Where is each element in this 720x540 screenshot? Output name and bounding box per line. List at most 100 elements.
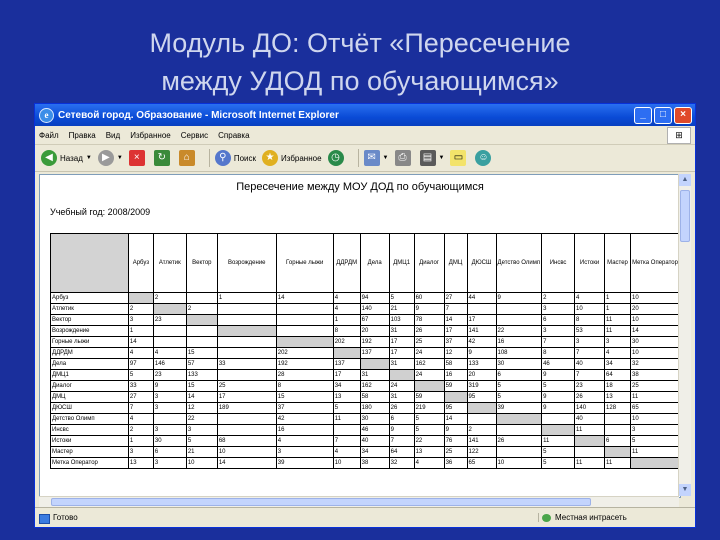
scroll-thumb[interactable] [680,190,690,242]
table-cell: 7 [388,435,415,447]
history-button[interactable]: ◷ [327,150,347,166]
menu-favorites[interactable]: Избранное [130,131,171,140]
table-cell: 5 [541,380,576,392]
minimize-button[interactable]: _ [634,107,652,124]
table-cell: 9 [152,380,187,392]
table-cell: 10 [630,347,680,359]
table-cell [443,391,468,403]
browser-window: e Сетевой город. Образование - Microsoft… [34,103,696,528]
table-cell [275,303,334,315]
table-cell: 10 [630,413,680,425]
table-cell: 14 [127,336,154,348]
toolbar-divider [357,149,359,167]
table-cell: 39 [275,457,334,469]
table-cell: 1 [127,435,154,447]
table-cell: 15 [275,391,334,403]
scroll-up-icon[interactable]: ▲ [679,174,691,186]
table-cell: 38 [359,457,390,469]
report-title: Пересечение между МОУ ДОД по обучающимся [236,181,484,193]
horizontal-scrollbar[interactable] [39,496,679,507]
table-cell: 3 [541,303,576,315]
table-cell: 40 [574,413,606,425]
stop-button[interactable]: × [128,150,148,166]
chevron-down-icon[interactable]: ▼ [117,155,123,161]
table-cell [466,402,497,414]
forward-button[interactable]: ▶ ▼ [97,150,123,166]
column-header: Истоки [574,233,606,293]
refresh-icon: ↻ [153,150,170,166]
chevron-down-icon[interactable]: ▼ [439,155,445,161]
print-button[interactable]: ⎙ [394,150,414,166]
messenger-button[interactable]: ☺ [475,150,494,166]
maximize-button[interactable]: □ [654,107,672,124]
table-cell: 3 [604,336,631,348]
column-header: ДДРДМ [332,233,361,293]
table-cell: 17 [388,347,415,359]
mail-button[interactable]: ✉ ▼ [363,150,389,166]
scroll-down-icon[interactable]: ▼ [679,484,691,496]
table-cell [630,457,680,469]
table-cell: 103 [388,314,415,326]
menu-help[interactable]: Справка [218,131,249,140]
table-cell: 23 [574,380,606,392]
back-button[interactable]: ◀ Назад ▼ [41,150,92,166]
table-cell: 17 [443,325,468,337]
table-cell: 3 [185,424,218,436]
windows-flag-icon: ⊞ [667,127,691,144]
table-cell [413,380,445,392]
table-cell: 108 [495,347,543,359]
table-cell: 122 [466,446,497,458]
table-cell: 10 [216,446,277,458]
table-cell: 25 [413,336,445,348]
search-icon: ⚲ [214,150,231,166]
row-label: Инсвс [50,424,129,436]
close-button[interactable]: × [674,107,692,124]
favorites-label: Избранное [281,153,322,163]
table-cell: 4 [275,435,334,447]
table-row: Арбуз 2 1 14 4 94 5 60 27 44 9 2 4 1 10 [50,292,680,304]
table-cell: 38 [630,369,680,381]
edit-button[interactable]: ▤ ▼ [419,150,445,166]
chevron-down-icon[interactable]: ▼ [86,155,92,161]
slide-title-line1: Модуль ДО: Отчёт «Пересечение [149,28,571,58]
horizontal-scroll-thumb[interactable] [51,498,591,506]
row-label: ДДРДМ [50,347,129,359]
table-cell [275,325,334,337]
window-titlebar[interactable]: e Сетевой город. Образование - Microsoft… [35,104,695,126]
search-button[interactable]: ⚲ Поиск [214,150,256,166]
table-cell: 78 [413,314,445,326]
refresh-button[interactable]: ↻ [153,150,173,166]
table-cell [574,446,606,458]
menu-view[interactable]: Вид [106,131,120,140]
vertical-scrollbar[interactable]: ▲ ▼ [678,174,691,496]
menu-tools[interactable]: Сервис [181,131,208,140]
column-header: Арбуз [127,233,154,293]
table-cell: 11 [541,435,576,447]
table-cell: 4 [604,347,631,359]
row-label: Метка Оператор [50,457,129,469]
table-cell: 6 [152,446,187,458]
table-cell: 4 [332,292,361,304]
table-cell: 31 [388,358,415,370]
table-cell: 14 [443,413,468,425]
menu-file[interactable]: Файл [39,131,59,140]
stop-icon: × [128,150,145,166]
favorites-button[interactable]: ★ Избранное [262,150,322,166]
chevron-down-icon[interactable]: ▼ [383,155,389,161]
table-cell: 2 [127,303,154,315]
table-cell [495,446,543,458]
table-cell: 6 [388,413,415,425]
row-label: Горные лыжи [50,336,129,348]
table-cell: 4 [332,303,361,315]
table-cell: 11 [604,325,631,337]
notes-button[interactable]: ▭ [450,150,469,166]
table-cell: 5 [413,424,445,436]
table-cell [216,413,277,425]
menu-edit[interactable]: Правка [69,131,96,140]
table-cell: 22 [185,413,218,425]
table-cell: 59 [443,380,468,392]
table-cell [216,336,277,348]
table-row: Инсвс 2 3 3 16 46 9 5 9 2 11 3 [50,424,680,436]
table-row: Детство Олимп 4 22 42 11 30 6 5 14 40 10 [50,413,680,425]
home-button[interactable]: ⌂ [178,150,198,166]
